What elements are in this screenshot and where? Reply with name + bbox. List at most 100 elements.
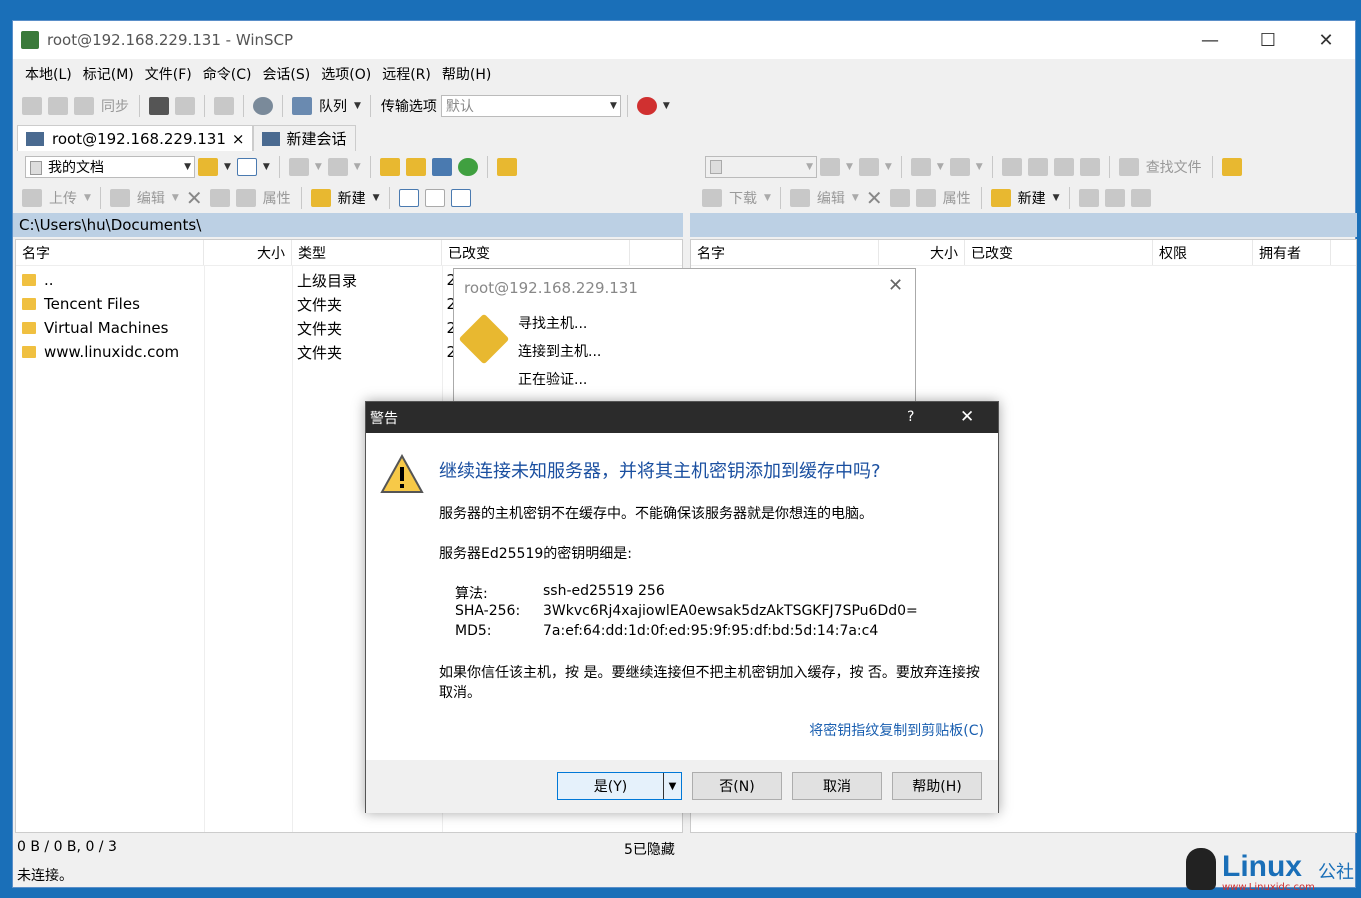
chevron-down-icon[interactable]: ▼	[852, 193, 859, 203]
hidden-files-count[interactable]: 5已隐藏	[624, 839, 675, 859]
cancel-button[interactable]: 取消	[792, 772, 882, 800]
edit-button[interactable]: 编辑	[817, 188, 845, 208]
chevron-down-icon[interactable]: ▼	[373, 193, 380, 203]
remote-path-bar[interactable]	[690, 213, 1357, 237]
table-row[interactable]: .. 上级目录 2	[16, 268, 456, 292]
transfer-settings-select[interactable]: 默认 ▼	[440, 95, 621, 117]
chevron-down-icon[interactable]: ▼	[263, 162, 270, 172]
new-folder-icon[interactable]	[990, 189, 1011, 207]
menu-help[interactable]: 帮助(H)	[442, 64, 491, 84]
edit-icon[interactable]	[109, 189, 130, 207]
forward-arrow-icon[interactable]	[949, 158, 970, 176]
home-icon[interactable]	[431, 158, 452, 176]
menu-session[interactable]: 会话(S)	[262, 64, 310, 84]
sync-icon[interactable]	[74, 97, 94, 115]
open-folder-icon[interactable]	[198, 158, 218, 176]
local-location-select[interactable]: 我的文档 ▼	[25, 156, 195, 178]
column-size[interactable]: 大小	[204, 240, 292, 265]
terminal-icon[interactable]	[149, 97, 169, 115]
new-button[interactable]: 新建	[338, 188, 366, 208]
queue-icon[interactable]	[292, 97, 312, 115]
chevron-down-icon[interactable]: ▼	[224, 162, 231, 172]
filter-select-icon[interactable]	[450, 189, 471, 207]
queue-button[interactable]: 队列	[319, 96, 347, 116]
chevron-down-icon[interactable]: ▼	[354, 162, 361, 172]
column-name[interactable]: 名字	[691, 240, 879, 265]
tab-new-session[interactable]: 新建会话	[253, 125, 356, 151]
table-row[interactable]: www.linuxidc.com 文件夹 2	[16, 340, 456, 364]
chevron-down-icon[interactable]: ▼	[354, 101, 361, 111]
find-files-button[interactable]: 查找文件	[1146, 157, 1202, 177]
root-directory-icon[interactable]	[1027, 158, 1048, 176]
local-path-bar[interactable]: C:\Users\hu\Documents\	[13, 213, 683, 237]
edit-icon[interactable]	[789, 189, 810, 207]
column-type[interactable]: 类型	[292, 240, 442, 265]
synchronize-browse-icon[interactable]	[48, 97, 68, 115]
help-button[interactable]: 帮助(H)	[892, 772, 982, 800]
parent-directory-icon[interactable]	[379, 158, 400, 176]
new-button[interactable]: 新建	[1018, 188, 1046, 208]
upload-button[interactable]: 上传	[49, 188, 77, 208]
close-window-button[interactable]: ✕	[1297, 21, 1355, 59]
column-changed[interactable]: 已改变	[965, 240, 1153, 265]
chevron-down-icon[interactable]: ▼	[764, 193, 771, 203]
filter-icon[interactable]	[858, 158, 879, 176]
delete-icon[interactable]: ✕	[866, 186, 883, 210]
chevron-down-icon[interactable]: ▼	[84, 193, 91, 203]
back-arrow-icon[interactable]	[910, 158, 931, 176]
maximize-button[interactable]: ☐	[1239, 21, 1297, 59]
filter-select-icon[interactable]	[1130, 189, 1151, 207]
chevron-down-icon[interactable]: ▼	[846, 162, 853, 172]
menu-remote[interactable]: 远程(R)	[382, 64, 431, 84]
tree-view-icon[interactable]	[496, 158, 517, 176]
column-changed[interactable]: 已改变	[442, 240, 630, 265]
tab-close-button[interactable]: ×	[232, 130, 245, 148]
properties-icon[interactable]	[915, 189, 936, 207]
connecting-close-button[interactable]: ✕	[888, 275, 903, 296]
chevron-down-icon[interactable]: ▼	[663, 773, 681, 799]
deselect-minus-icon[interactable]	[1104, 189, 1125, 207]
menu-commands[interactable]: 命令(C)	[203, 64, 252, 84]
column-rights[interactable]: 权限	[1153, 240, 1253, 265]
yes-button[interactable]: 是(Y) ▼	[557, 772, 682, 800]
refresh-icon[interactable]	[457, 158, 478, 176]
rename-icon[interactable]	[889, 189, 910, 207]
download-button[interactable]: 下载	[729, 188, 757, 208]
chevron-down-icon[interactable]: ▼	[976, 162, 983, 172]
deselect-minus-icon[interactable]	[424, 189, 445, 207]
home-icon[interactable]	[1053, 158, 1074, 176]
no-button[interactable]: 否(N)	[692, 772, 782, 800]
download-icon[interactable]	[702, 189, 722, 207]
back-arrow-icon[interactable]	[288, 158, 309, 176]
menu-files[interactable]: 文件(F)	[145, 64, 192, 84]
column-owner[interactable]: 拥有者	[1253, 240, 1331, 265]
chevron-down-icon[interactable]: ▼	[937, 162, 944, 172]
compare-icon[interactable]	[22, 97, 42, 115]
edit-button[interactable]: 编辑	[137, 188, 165, 208]
chevron-down-icon[interactable]: ▼	[315, 162, 322, 172]
putty-icon[interactable]	[175, 97, 195, 115]
chevron-down-icon[interactable]: ▼	[885, 162, 892, 172]
minimize-button[interactable]: —	[1181, 21, 1239, 59]
select-plus-icon[interactable]	[398, 189, 419, 207]
remote-location-select[interactable]: ▼	[705, 156, 817, 178]
table-row[interactable]: Virtual Machines 文件夹 2	[16, 316, 456, 340]
sync-label[interactable]: 同步	[101, 96, 129, 116]
delete-icon[interactable]: ✕	[186, 186, 203, 210]
chevron-down-icon[interactable]: ▼	[1053, 193, 1060, 203]
gear-icon[interactable]	[253, 97, 273, 115]
tree-view-icon[interactable]	[1221, 158, 1242, 176]
search-icon[interactable]	[1118, 158, 1139, 176]
reconnect-globe-icon[interactable]	[636, 97, 657, 115]
root-directory-icon[interactable]	[405, 158, 426, 176]
properties-button[interactable]: 属性	[263, 188, 291, 208]
table-row[interactable]: Tencent Files 文件夹 2	[16, 292, 456, 316]
menu-options[interactable]: 选项(O)	[321, 64, 371, 84]
new-folder-icon[interactable]	[310, 189, 331, 207]
tab-session[interactable]: root@192.168.229.131 ×	[17, 125, 254, 151]
preferences-panel-icon[interactable]	[214, 97, 234, 115]
menu-local[interactable]: 本地(L)	[25, 64, 72, 84]
column-size[interactable]: 大小	[879, 240, 965, 265]
help-question-button[interactable]: ?	[907, 409, 914, 425]
upload-icon[interactable]	[22, 189, 42, 207]
